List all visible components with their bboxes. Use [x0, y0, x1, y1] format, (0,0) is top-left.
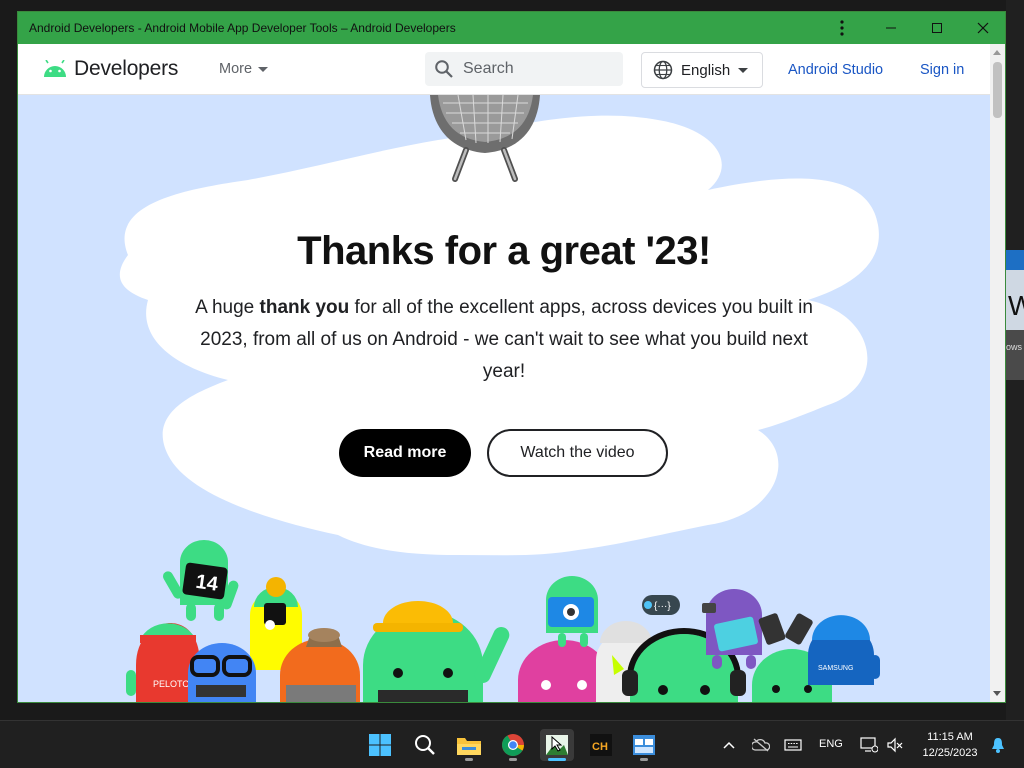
- taskbar-search-button[interactable]: [409, 729, 441, 761]
- clock-date: 12/25/2023: [922, 747, 978, 759]
- keyboard-tray-button[interactable]: [780, 729, 806, 761]
- hero-banner: PELOTON 14 {···} SAMSUNG Thanks for a gr…: [18, 95, 990, 702]
- scroll-up-icon[interactable]: [993, 50, 1001, 55]
- system-clock[interactable]: 11:15 AM 12/25/2023: [913, 729, 987, 761]
- window-app-button[interactable]: [628, 729, 660, 761]
- hero-illustration: PELOTON 14 {···} SAMSUNG: [119, 95, 880, 702]
- android-studio-link[interactable]: Android Studio: [788, 62, 883, 78]
- chevron-down-icon: [258, 66, 269, 72]
- volume-tray-button[interactable]: [882, 729, 908, 761]
- hero-title: Thanks for a great '23!: [297, 229, 711, 273]
- more-vert-icon: [840, 20, 844, 36]
- chevron-up-icon: [723, 741, 735, 749]
- onedrive-tray-button[interactable]: [748, 729, 774, 761]
- speech-bubble-text: {···}: [654, 601, 671, 612]
- chrome-button[interactable]: [497, 729, 529, 761]
- active-app-icon: [546, 735, 568, 755]
- language-selector[interactable]: English: [641, 52, 763, 88]
- developers-logo[interactable]: Developers: [42, 57, 178, 81]
- file-explorer-button[interactable]: [453, 729, 485, 761]
- scroll-down-icon[interactable]: [993, 691, 1001, 696]
- desktop-background: W ows: [1006, 0, 1024, 720]
- show-hidden-icons-button[interactable]: [716, 729, 742, 761]
- search-icon: [435, 60, 453, 78]
- input-language-indicator[interactable]: ENG: [819, 738, 843, 750]
- minimize-icon: [886, 27, 896, 29]
- close-icon: [977, 22, 989, 34]
- cloud-off-icon: [752, 738, 770, 752]
- android-bots-illustration: PELOTON 14 {···} SAMSUNG: [126, 540, 880, 702]
- clock-time: 11:15 AM: [927, 731, 973, 743]
- hard-hat-bot: [363, 601, 510, 702]
- window-title: Android Developers - Android Mobile App …: [29, 21, 456, 35]
- glasses-bot: [188, 643, 256, 702]
- scroll-thumb[interactable]: [993, 62, 1002, 118]
- background-window-label: ows: [1006, 342, 1023, 352]
- minimize-button[interactable]: [868, 12, 914, 44]
- page-scrollbar[interactable]: [990, 44, 1005, 702]
- hero-description: A huge thank you for all of the excellen…: [195, 297, 813, 382]
- chevron-down-icon: [738, 67, 749, 73]
- logo-text: Developers: [74, 57, 179, 80]
- samsung-text: SAMSUNG: [818, 665, 853, 672]
- desktop-top: [0, 0, 1024, 11]
- android-14-badge: 14: [194, 571, 220, 596]
- app-menu-button[interactable]: [818, 12, 866, 44]
- read-more-button[interactable]: Read more: [339, 429, 471, 477]
- hero-emphasis: thank you: [259, 297, 350, 318]
- camera-bot: [546, 576, 598, 647]
- windows-logo-icon: [369, 734, 391, 756]
- search-box[interactable]: [425, 52, 623, 86]
- network-tray-button[interactable]: [856, 729, 882, 761]
- notifications-button[interactable]: [988, 729, 1008, 761]
- background-window-preview: W ows: [1006, 250, 1024, 380]
- svg-text:CH: CH: [592, 741, 608, 753]
- maximize-button[interactable]: [914, 12, 960, 44]
- search-icon: [415, 735, 435, 755]
- taskbar: CH ENG 11:15 AM 12/25/2023: [0, 720, 1024, 768]
- sign-in-link[interactable]: Sign in: [920, 62, 964, 78]
- ch-app-button[interactable]: CH: [585, 729, 617, 761]
- ch-app-icon: CH: [590, 734, 612, 756]
- bell-icon: [992, 738, 1004, 753]
- maximize-icon: [932, 23, 942, 33]
- android-head-icon: [44, 60, 66, 77]
- title-bar[interactable]: Android Developers - Android Mobile App …: [18, 12, 1005, 44]
- site-header: Developers More English Android Studi: [18, 44, 990, 95]
- window-app-icon: [633, 735, 655, 755]
- active-app-button[interactable]: [540, 729, 574, 761]
- language-label: English: [681, 61, 731, 79]
- close-button[interactable]: [960, 12, 1006, 44]
- keyboard-icon: [784, 739, 802, 751]
- more-menu[interactable]: More: [219, 61, 269, 77]
- browser-window: Android Developers - Android Mobile App …: [17, 11, 1006, 703]
- android-14-bot: 14: [163, 540, 239, 621]
- folder-icon: [457, 738, 481, 755]
- watch-video-button[interactable]: Watch the video: [487, 429, 668, 477]
- volume-muted-icon: [887, 737, 903, 753]
- speech-bubble: {···}: [642, 595, 680, 615]
- globe-icon: [653, 60, 673, 80]
- background-window-letter: W: [1008, 290, 1024, 321]
- start-button[interactable]: [364, 729, 396, 761]
- search-input[interactable]: [463, 58, 613, 80]
- chrome-icon: [502, 734, 524, 756]
- more-label: More: [219, 61, 253, 77]
- network-icon: [860, 737, 878, 753]
